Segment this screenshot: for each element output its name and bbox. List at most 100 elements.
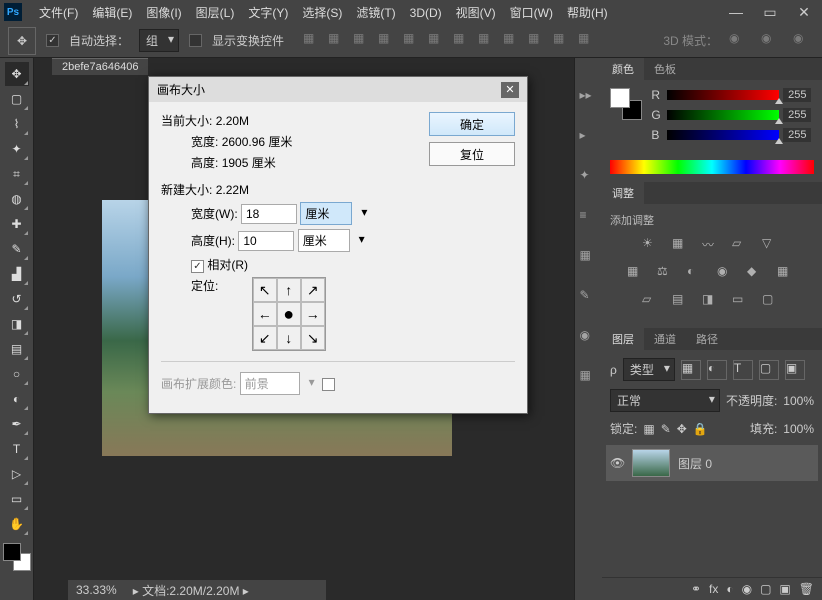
- anchor-sw[interactable]: ↙: [253, 326, 277, 350]
- align-icon[interactable]: ▦: [552, 30, 574, 52]
- para-icon[interactable]: ≡: [580, 208, 598, 226]
- lock-all-icon[interactable]: 🔒: [693, 422, 708, 436]
- extension-color-dropdown[interactable]: 前景: [240, 372, 300, 395]
- anchor-se[interactable]: ↘: [301, 326, 325, 350]
- menu-item[interactable]: 选择(S): [295, 6, 349, 20]
- anchor-ne[interactable]: ↗: [301, 278, 325, 302]
- selective-icon[interactable]: ▢: [762, 292, 782, 312]
- menu-item[interactable]: 视图(V): [449, 6, 503, 20]
- exposure-icon[interactable]: ▱: [732, 236, 752, 256]
- filter-smart-icon[interactable]: ▣: [785, 360, 805, 380]
- align-icon[interactable]: ▦: [377, 30, 399, 52]
- align-icon[interactable]: ▦: [577, 30, 599, 52]
- brush-tool[interactable]: ✎: [5, 237, 29, 261]
- swatches-icon[interactable]: ▦: [580, 248, 598, 266]
- char-icon[interactable]: ✦: [580, 168, 598, 186]
- shape-tool[interactable]: ▭: [5, 487, 29, 511]
- filter-adjust-icon[interactable]: ◐: [707, 360, 727, 380]
- close-button[interactable]: ✕: [790, 3, 818, 21]
- blend-mode-dropdown[interactable]: 正常: [610, 389, 720, 412]
- eyedropper-tool[interactable]: ◍: [5, 187, 29, 211]
- mode-3d-icon[interactable]: ◉: [728, 30, 750, 52]
- mask-icon[interactable]: ◐: [726, 582, 733, 596]
- layer-row[interactable]: 👁 图层 0: [606, 445, 818, 481]
- dialog-titlebar[interactable]: 画布大小 ✕: [149, 77, 527, 102]
- zoom-level[interactable]: 33.33%: [76, 583, 117, 597]
- b-value[interactable]: 255: [783, 128, 811, 142]
- lock-paint-icon[interactable]: ✎: [661, 422, 671, 436]
- tab-paths[interactable]: 路径: [686, 328, 728, 350]
- fg-bg-swatch[interactable]: [610, 88, 642, 120]
- auto-select-checkbox[interactable]: [46, 34, 59, 47]
- filter-pixel-icon[interactable]: ▦: [681, 360, 701, 380]
- menu-item[interactable]: 编辑(E): [85, 6, 139, 20]
- spectrum-bar[interactable]: [610, 160, 814, 174]
- filter-kind-dropdown[interactable]: 类型: [623, 358, 675, 381]
- nav-icon[interactable]: ◉: [580, 328, 598, 346]
- group-icon[interactable]: ▢: [760, 582, 771, 596]
- align-icon[interactable]: ▦: [427, 30, 449, 52]
- reset-button[interactable]: 复位: [429, 142, 515, 166]
- align-icon[interactable]: ▦: [302, 30, 324, 52]
- eraser-tool[interactable]: ◨: [5, 312, 29, 336]
- invert-icon[interactable]: ▱: [642, 292, 662, 312]
- anchor-center[interactable]: ●: [277, 302, 301, 326]
- height-input[interactable]: [238, 231, 294, 251]
- delete-icon[interactable]: 🗑: [799, 582, 814, 596]
- photo-filter-icon[interactable]: ◉: [717, 264, 737, 284]
- width-input[interactable]: [241, 204, 297, 224]
- document-tab[interactable]: 2befe7a646406: [52, 58, 148, 75]
- stamp-tool[interactable]: ▟: [5, 262, 29, 286]
- move-tool[interactable]: ✥: [5, 62, 29, 86]
- menu-item[interactable]: 窗口(W): [503, 6, 560, 20]
- align-icon[interactable]: ▦: [502, 30, 524, 52]
- heal-tool[interactable]: ✚: [5, 212, 29, 236]
- mode-3d-icon[interactable]: ◉: [760, 30, 782, 52]
- menu-item[interactable]: 3D(D): [403, 6, 449, 20]
- r-slider[interactable]: [667, 90, 779, 100]
- anchor-n[interactable]: ↑: [277, 278, 301, 302]
- anchor-s[interactable]: ↓: [277, 326, 301, 350]
- link-icon[interactable]: ⚭: [691, 582, 701, 596]
- layer-name[interactable]: 图层 0: [678, 455, 712, 472]
- fx-icon[interactable]: fx: [709, 582, 718, 596]
- hue-icon[interactable]: ▦: [627, 264, 647, 284]
- auto-select-dropdown[interactable]: 组: [139, 29, 179, 52]
- align-icon[interactable]: ▦: [327, 30, 349, 52]
- tab-adjustments[interactable]: 调整: [602, 182, 644, 204]
- extension-color-swatch[interactable]: [322, 378, 335, 391]
- filter-type-icon[interactable]: T: [733, 360, 753, 380]
- marquee-tool[interactable]: ▢: [5, 87, 29, 111]
- balance-icon[interactable]: ⚖: [657, 264, 677, 284]
- properties-icon[interactable]: ▸: [580, 128, 598, 146]
- r-value[interactable]: 255: [783, 88, 811, 102]
- wand-tool[interactable]: ✦: [5, 137, 29, 161]
- new-layer-icon[interactable]: ▣: [779, 582, 790, 596]
- posterize-icon[interactable]: ▤: [672, 292, 692, 312]
- threshold-icon[interactable]: ◨: [702, 292, 722, 312]
- channel-mixer-icon[interactable]: ◆: [747, 264, 767, 284]
- lock-move-icon[interactable]: ✥: [677, 422, 687, 436]
- height-unit-dropdown[interactable]: 厘米: [298, 229, 350, 252]
- brush-panel-icon[interactable]: ✎: [580, 288, 598, 306]
- opacity-value[interactable]: 100%: [783, 394, 814, 408]
- align-icon[interactable]: ▦: [452, 30, 474, 52]
- menu-item[interactable]: 文件(F): [32, 6, 85, 20]
- pen-tool[interactable]: ✒: [5, 412, 29, 436]
- color-swatch[interactable]: [3, 543, 31, 571]
- history-brush-tool[interactable]: ↺: [5, 287, 29, 311]
- b-slider[interactable]: [667, 130, 779, 140]
- lock-trans-icon[interactable]: ▦: [643, 422, 654, 436]
- g-slider[interactable]: [667, 110, 779, 120]
- vibrance-icon[interactable]: ▽: [762, 236, 782, 256]
- menu-item[interactable]: 图层(L): [189, 6, 242, 20]
- align-icon[interactable]: ▦: [402, 30, 424, 52]
- tab-layers[interactable]: 图层: [602, 328, 644, 350]
- dialog-close-button[interactable]: ✕: [501, 82, 519, 98]
- crop-tool[interactable]: ⌗: [5, 162, 29, 186]
- fill-adj-icon[interactable]: ◉: [742, 582, 752, 596]
- hand-tool[interactable]: ✋: [5, 512, 29, 536]
- mode-3d-icon[interactable]: ◉: [792, 30, 814, 52]
- align-icon[interactable]: ▦: [527, 30, 549, 52]
- type-tool[interactable]: T: [5, 437, 29, 461]
